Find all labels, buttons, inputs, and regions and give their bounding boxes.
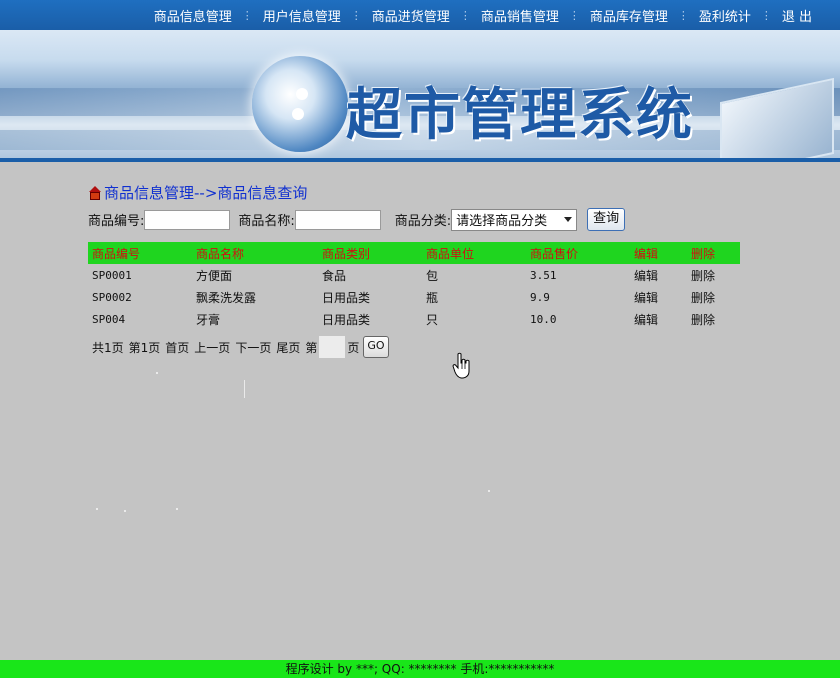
column-header-code: 商品编号	[88, 242, 192, 264]
nav-separator: ⋮	[459, 8, 471, 22]
nav-item-logout[interactable]: 退 出	[772, 6, 822, 25]
nav-item-sales[interactable]: 商品销售管理	[471, 6, 569, 25]
category-label: 商品分类:	[394, 214, 452, 229]
globe-dot	[296, 88, 308, 100]
pager-total: 共1页	[92, 340, 124, 355]
speck	[244, 380, 245, 398]
cell-unit: 只	[426, 312, 439, 327]
delete-link[interactable]: 删除	[687, 308, 740, 330]
nav-item-user-info[interactable]: 用户信息管理	[253, 6, 351, 25]
home-icon	[88, 185, 102, 200]
table-row: SP004 牙膏 日用品类 只 10.0 编辑 删除	[88, 308, 740, 330]
delete-link[interactable]: 删除	[687, 264, 740, 286]
nav-separator: ⋮	[677, 8, 689, 22]
nav-item-inventory[interactable]: 商品库存管理	[580, 6, 678, 25]
edit-link[interactable]: 编辑	[630, 264, 687, 286]
column-header-category: 商品类别	[318, 242, 422, 264]
hand-cursor-icon	[452, 352, 470, 379]
go-button[interactable]: GO	[363, 336, 389, 358]
cell-code: SP004	[92, 312, 126, 326]
column-header-unit: 商品单位	[422, 242, 526, 264]
cell-code: SP0002	[92, 290, 132, 304]
cell-code: SP0001	[92, 268, 132, 282]
search-form: 商品编号: 商品名称: 商品分类: 请选择商品分类 查询	[88, 208, 626, 231]
column-header-price: 商品售价	[526, 242, 630, 264]
speck	[488, 490, 490, 492]
nav-separator: ⋮	[241, 8, 253, 22]
column-header-edit: 编辑	[630, 242, 687, 264]
product-code-input[interactable]	[144, 209, 231, 230]
banner: 超市管理系统	[0, 30, 840, 162]
delete-link[interactable]: 删除	[687, 286, 740, 308]
pager-last-link[interactable]: 尾页	[276, 339, 300, 356]
cell-name: 牙膏	[196, 312, 221, 327]
breadcrumb: 商品信息管理-->商品信息查询	[88, 182, 307, 203]
speck	[96, 508, 98, 510]
cell-name: 飘柔洗发露	[196, 290, 257, 305]
globe-dot	[292, 108, 304, 120]
cell-price: 9.9	[530, 290, 550, 304]
category-select[interactable]: 请选择商品分类	[451, 208, 578, 231]
nav-item-product-info[interactable]: 商品信息管理	[144, 6, 242, 25]
pager-first-link[interactable]: 首页	[165, 339, 189, 356]
top-nav: 商品信息管理 ⋮ 用户信息管理 ⋮ 商品进货管理 ⋮ 商品销售管理 ⋮ 商品库存…	[0, 0, 840, 30]
edit-link[interactable]: 编辑	[630, 286, 687, 308]
cell-category: 食品	[322, 268, 347, 283]
category-select-value: 请选择商品分类	[456, 214, 548, 229]
speck	[124, 510, 126, 512]
edit-link[interactable]: 编辑	[630, 308, 687, 330]
cell-price: 10.0	[530, 312, 557, 326]
nav-item-profit-stats[interactable]: 盈利统计	[689, 6, 761, 25]
table-row: SP0002 飘柔洗发露 日用品类 瓶 9.9 编辑 删除	[88, 286, 740, 308]
breadcrumb-text[interactable]: 商品信息管理-->商品信息查询	[104, 182, 307, 203]
cell-unit: 瓶	[426, 290, 439, 305]
product-code-label: 商品编号:	[88, 214, 145, 229]
nav-separator: ⋮	[760, 8, 772, 22]
pagination: 共1页 第1页 首页 上一页 下一页 尾页 第 页 GO	[92, 336, 394, 358]
pager-next-link[interactable]: 下一页	[235, 339, 271, 356]
globe-logo-icon	[252, 56, 348, 152]
cell-unit: 包	[426, 268, 439, 283]
chevron-down-icon	[564, 217, 573, 222]
pager-goto-suffix: 页	[347, 340, 360, 355]
nav-separator: ⋮	[350, 8, 362, 22]
query-button[interactable]: 查询	[587, 208, 626, 231]
cell-category: 日用品类	[322, 290, 371, 305]
nav-item-purchase[interactable]: 商品进货管理	[362, 6, 460, 25]
column-header-name: 商品名称	[192, 242, 318, 264]
page-number-input[interactable]	[319, 336, 346, 358]
speck	[176, 508, 178, 510]
pager-prev-link[interactable]: 上一页	[194, 339, 230, 356]
product-name-label: 商品名称:	[238, 214, 295, 229]
speck	[156, 372, 158, 374]
column-header-delete: 删除	[687, 242, 740, 264]
cell-price: 3.51	[530, 268, 557, 282]
product-table: 商品编号 商品名称 商品类别 商品单位 商品售价 编辑 删除 SP0001 方便…	[88, 242, 740, 330]
pager-current: 第1页	[128, 340, 161, 355]
product-name-input[interactable]	[294, 209, 381, 230]
nav-separator: ⋮	[568, 8, 580, 22]
footer: 程序设计 by ***; QQ: ******** 手机:***********	[0, 660, 840, 678]
table-header-row: 商品编号 商品名称 商品类别 商品单位 商品售价 编辑 删除	[88, 242, 740, 264]
banner-title: 超市管理系统	[346, 82, 694, 148]
pager-goto-prefix: 第	[305, 340, 318, 355]
table-row: SP0001 方便面 食品 包 3.51 编辑 删除	[88, 264, 740, 286]
cell-category: 日用品类	[322, 312, 371, 327]
cell-name: 方便面	[196, 268, 233, 283]
banner-divider	[0, 158, 840, 162]
